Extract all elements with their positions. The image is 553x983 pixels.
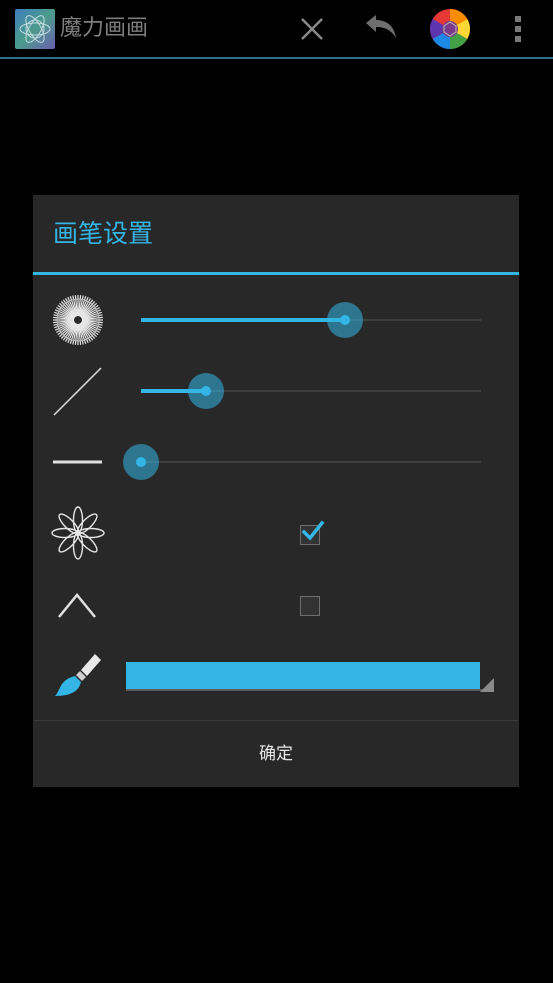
close-button[interactable] <box>290 8 334 50</box>
app-logo-icon[interactable] <box>15 9 55 49</box>
action-bar-divider <box>0 57 553 59</box>
line-width-icon <box>51 435 105 489</box>
slider-track <box>141 461 481 463</box>
color-swatch-corner-indicator <box>480 678 494 692</box>
color-wheel-icon <box>430 9 470 49</box>
brush-color-swatch[interactable] <box>126 662 480 689</box>
checkmark-icon <box>301 520 325 541</box>
slider-thumb[interactable] <box>188 373 224 409</box>
overflow-menu-icon <box>515 16 521 42</box>
color-swatch-underline <box>126 689 493 691</box>
confirm-button[interactable]: 确定 <box>33 721 519 787</box>
slider-thumb[interactable] <box>123 444 159 480</box>
dialog-title: 画笔设置 <box>53 219 154 248</box>
undo-icon <box>366 15 396 38</box>
line-width-slider[interactable] <box>123 438 481 486</box>
chevron-checkbox[interactable] <box>300 596 320 616</box>
line-opacity-slider[interactable] <box>141 367 481 415</box>
undo-button[interactable] <box>358 8 402 50</box>
overflow-menu-button[interactable] <box>500 8 536 50</box>
line-opacity-icon <box>51 363 105 417</box>
slider-fill <box>141 318 345 322</box>
dialog-title-divider <box>33 272 519 275</box>
color-wheel-button[interactable] <box>428 8 472 50</box>
flower-symmetry-icon <box>51 506 105 560</box>
close-icon <box>301 18 323 40</box>
flower-symmetry-checkbox[interactable] <box>300 520 325 545</box>
paintbrush-icon <box>51 650 105 704</box>
brush-size-icon <box>51 293 105 347</box>
app-title: 魔力画画 <box>60 16 149 41</box>
slider-thumb[interactable] <box>327 302 363 338</box>
chevron-up-icon <box>51 577 105 631</box>
brush-size-slider[interactable] <box>141 296 481 344</box>
brush-settings-dialog: 画笔设置 确定 <box>33 195 519 787</box>
action-bar: 魔力画画 <box>0 0 553 57</box>
